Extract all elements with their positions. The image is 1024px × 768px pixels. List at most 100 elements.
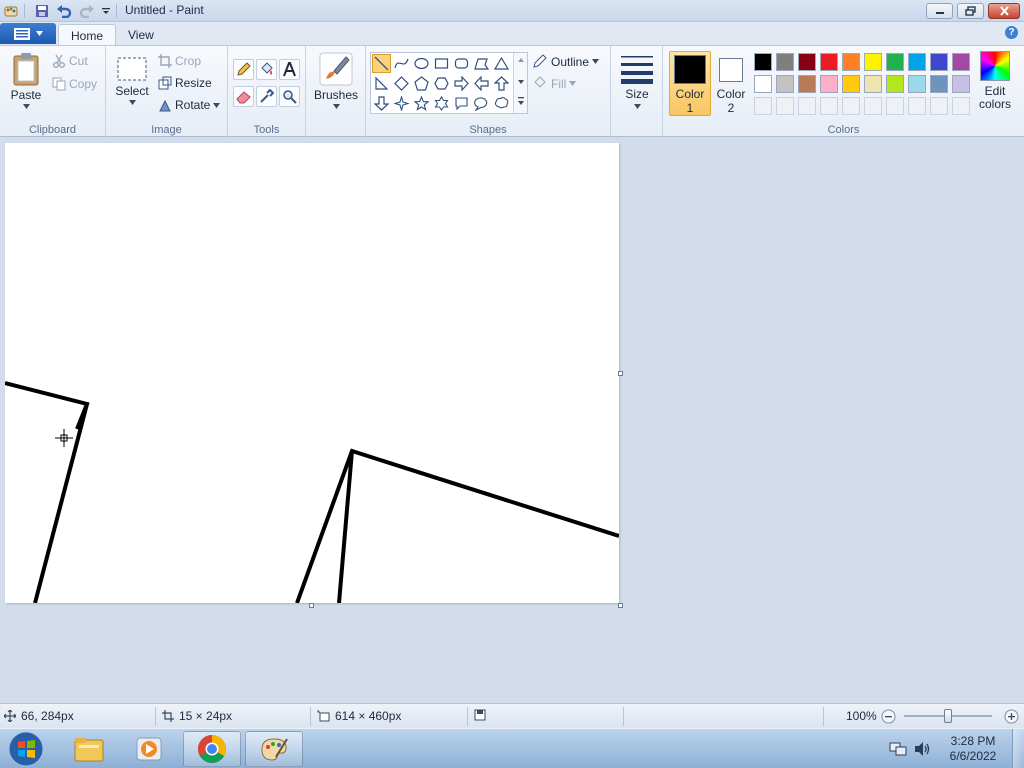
custom-color-slot[interactable] (754, 97, 772, 115)
line-shape[interactable] (372, 54, 391, 73)
outline-button[interactable]: Outline (532, 54, 600, 69)
palette-color-swatch[interactable] (886, 75, 904, 93)
palette-color-swatch[interactable] (754, 75, 772, 93)
resize-handle-corner[interactable] (618, 603, 623, 608)
save-icon[interactable] (33, 2, 51, 20)
taskbar-explorer[interactable] (60, 731, 118, 767)
zoom-slider-thumb[interactable] (944, 709, 952, 723)
crop-button[interactable]: Crop (158, 54, 201, 68)
palette-color-swatch[interactable] (864, 75, 882, 93)
custom-color-slot[interactable] (842, 97, 860, 115)
palette-color-swatch[interactable] (952, 75, 970, 93)
text-tool[interactable] (279, 59, 300, 80)
pencil-tool[interactable] (233, 59, 254, 80)
start-button[interactable] (4, 729, 48, 768)
palette-color-swatch[interactable] (820, 75, 838, 93)
left-arrow-shape[interactable] (472, 74, 491, 93)
taskbar-media-player[interactable] (120, 731, 178, 767)
paint-menu-button[interactable] (0, 23, 56, 44)
resize-handle-right[interactable] (618, 371, 623, 376)
palette-color-swatch[interactable] (820, 53, 838, 71)
edit-colors-button[interactable]: Edit colors (976, 51, 1014, 121)
custom-color-slot[interactable] (798, 97, 816, 115)
custom-color-slot[interactable] (776, 97, 794, 115)
up-arrow-shape[interactable] (492, 74, 511, 93)
network-icon[interactable] (889, 741, 907, 760)
color1-button[interactable]: Color 1 (669, 51, 711, 116)
hexagon-shape[interactable] (432, 74, 451, 93)
palette-color-swatch[interactable] (798, 53, 816, 71)
right-triangle-shape[interactable] (372, 74, 391, 93)
zoom-out-button[interactable] (881, 709, 896, 724)
undo-icon[interactable] (55, 2, 73, 20)
zoom-in-button[interactable] (1004, 709, 1019, 724)
tab-view[interactable]: View (116, 24, 166, 46)
palette-color-swatch[interactable] (798, 75, 816, 93)
palette-color-swatch[interactable] (908, 53, 926, 71)
palette-color-swatch[interactable] (842, 75, 860, 93)
fill-tool[interactable] (256, 59, 277, 80)
palette-color-swatch[interactable] (952, 53, 970, 71)
palette-color-swatch[interactable] (864, 53, 882, 71)
customize-quick-access-icon[interactable] (97, 2, 115, 20)
triangle-shape[interactable] (492, 54, 511, 73)
restore-button[interactable] (957, 3, 984, 19)
show-desktop-button[interactable] (1012, 729, 1024, 768)
six-point-star-shape[interactable] (432, 94, 451, 113)
taskbar-paint[interactable] (245, 731, 303, 767)
custom-color-slot[interactable] (952, 97, 970, 115)
palette-color-swatch[interactable] (886, 53, 904, 71)
system-clock[interactable]: 3:28 PM 6/6/2022 (944, 734, 1002, 764)
volume-icon[interactable] (913, 741, 931, 760)
custom-color-slot[interactable] (908, 97, 926, 115)
cut-button[interactable]: Cut (52, 54, 88, 68)
color2-button[interactable]: Color 2 (715, 51, 747, 116)
custom-color-slot[interactable] (820, 97, 838, 115)
rounded-rectangle-shape[interactable] (452, 54, 471, 73)
help-icon[interactable]: ? (1005, 26, 1018, 39)
eraser-tool[interactable] (233, 86, 254, 107)
oval-shape[interactable] (412, 54, 431, 73)
select-button[interactable]: Select (114, 56, 150, 105)
curve-shape[interactable] (392, 54, 411, 73)
palette-color-swatch[interactable] (754, 53, 772, 71)
custom-color-slot[interactable] (930, 97, 948, 115)
rotate-button[interactable]: Rotate (158, 98, 221, 112)
palette-color-swatch[interactable] (930, 53, 948, 71)
shapes-gallery-scrollbar[interactable] (513, 53, 527, 113)
rounded-callout-shape[interactable] (452, 94, 471, 113)
rectangle-shape[interactable] (432, 54, 451, 73)
resize-handle-bottom[interactable] (309, 603, 314, 608)
diamond-shape[interactable] (392, 74, 411, 93)
palette-color-swatch[interactable] (776, 75, 794, 93)
palette-color-swatch[interactable] (776, 53, 794, 71)
custom-color-slot[interactable] (864, 97, 882, 115)
four-point-star-shape[interactable] (392, 94, 411, 113)
close-button[interactable] (988, 3, 1020, 19)
resize-button[interactable]: Resize (158, 76, 212, 90)
fill-button[interactable]: Fill (532, 76, 577, 91)
paste-button[interactable]: Paste (8, 52, 44, 109)
magnifier-tool[interactable] (279, 86, 300, 107)
palette-color-swatch[interactable] (842, 53, 860, 71)
size-button[interactable]: Size (619, 54, 655, 109)
oval-callout-shape[interactable] (472, 94, 491, 113)
custom-color-slot[interactable] (886, 97, 904, 115)
minimize-button[interactable] (926, 3, 953, 19)
palette-color-swatch[interactable] (908, 75, 926, 93)
drawing-canvas[interactable] (4, 143, 620, 604)
tab-home[interactable]: Home (58, 24, 117, 46)
pentagon-shape[interactable] (412, 74, 431, 93)
taskbar-chrome[interactable] (183, 731, 241, 767)
color-picker-tool[interactable] (256, 86, 277, 107)
cloud-callout-shape[interactable] (492, 94, 511, 113)
polygon-shape[interactable] (472, 54, 491, 73)
palette-color-swatch[interactable] (930, 75, 948, 93)
paint-app-icon[interactable] (2, 2, 20, 20)
redo-icon[interactable] (78, 2, 96, 20)
zoom-slider[interactable] (904, 709, 992, 723)
down-arrow-shape[interactable] (372, 94, 391, 113)
brushes-button[interactable]: Brushes (314, 52, 358, 109)
five-point-star-shape[interactable] (412, 94, 431, 113)
right-arrow-shape[interactable] (452, 74, 471, 93)
